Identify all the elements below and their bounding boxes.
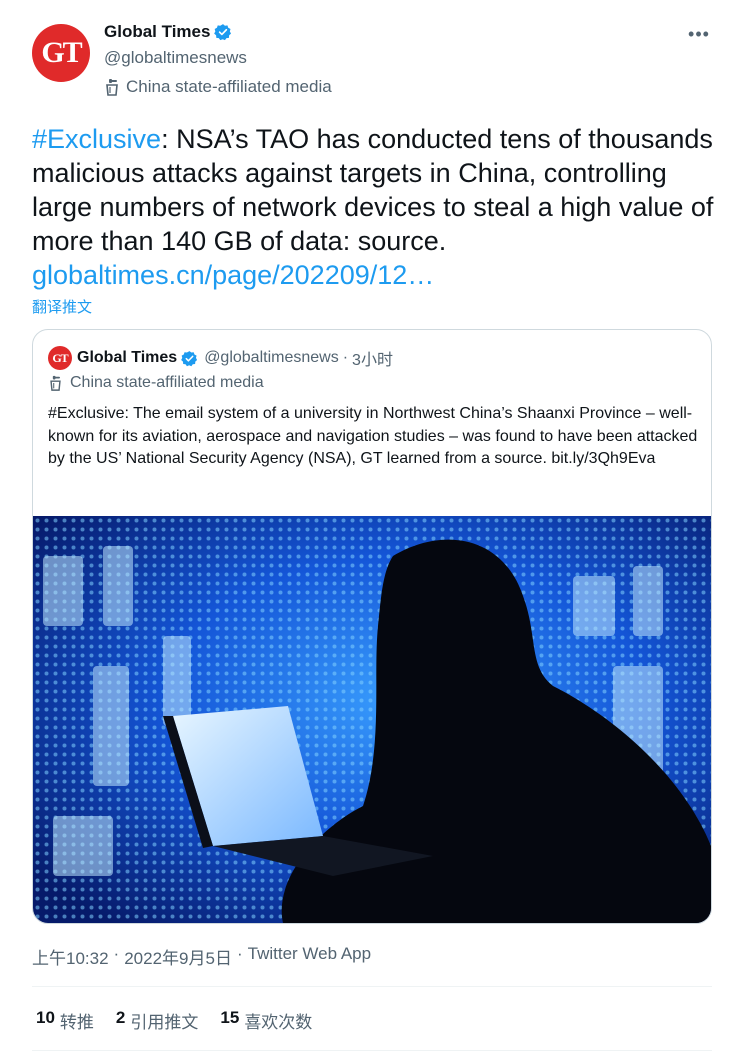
retweets-stat[interactable]: 10 转推 xyxy=(36,1008,94,1033)
state-media-label[interactable]: China state-affiliated media xyxy=(104,77,332,97)
tweet: GT Global Times @globaltimesnews China s… xyxy=(0,0,749,1053)
avatar[interactable]: GT xyxy=(32,24,90,82)
quoted-display-name[interactable]: Global Times xyxy=(77,349,177,367)
author-handle[interactable]: @globaltimesnews xyxy=(104,48,247,68)
source-app[interactable]: Twitter Web App xyxy=(248,944,371,969)
article-link[interactable]: globaltimes.cn/page/202209/12… xyxy=(32,260,434,290)
hacker-photo[interactable] xyxy=(33,516,711,923)
quoted-header: Global Times @globaltimesnews · 3小时 xyxy=(77,346,393,370)
podium-icon xyxy=(50,375,61,391)
translate-tweet-link[interactable]: 翻译推文 xyxy=(32,296,92,317)
quoted-state-media-label[interactable]: China state-affiliated media xyxy=(48,374,264,392)
quoted-handle[interactable]: @globaltimesnews xyxy=(204,349,339,367)
stat-count: 10 xyxy=(36,1008,55,1027)
separator-dot: · xyxy=(113,944,120,963)
divider xyxy=(32,1050,712,1051)
likes-stat[interactable]: 15 喜欢次数 xyxy=(220,1008,312,1033)
state-media-label-text: China state-affiliated media xyxy=(126,77,332,96)
tweet-time[interactable]: 上午10:32 xyxy=(32,944,109,969)
tweet-date[interactable]: 2022年9月5日 xyxy=(124,944,232,969)
stat-count: 15 xyxy=(220,1008,240,1027)
quoted-avatar[interactable]: GT xyxy=(48,346,72,370)
author-display-name[interactable]: Global Times xyxy=(104,22,210,42)
stat-label: 喜欢次数 xyxy=(244,1013,313,1032)
stat-label: 引用推文 xyxy=(130,1013,199,1032)
verified-badge-icon xyxy=(181,350,198,366)
author-name-row: Global Times xyxy=(104,22,232,42)
separator-dot: · xyxy=(236,944,243,963)
podium-icon xyxy=(106,79,118,96)
quote-tweets-stat[interactable]: 2 引用推文 xyxy=(116,1008,198,1033)
quoted-tweet-text: #Exclusive: The email system of a univer… xyxy=(48,405,698,467)
engagement-stats: 10 转推 2 引用推文 15 喜欢次数 xyxy=(36,1008,334,1033)
tweet-metadata: 上午10:32 · 2022年9月5日 · Twitter Web App xyxy=(32,944,371,969)
stat-count: 2 xyxy=(115,1008,126,1027)
stat-label: 转推 xyxy=(59,1013,94,1032)
quoted-timestamp[interactable]: 3小时 xyxy=(352,346,393,370)
divider xyxy=(32,986,712,987)
quoted-state-media-label-text: China state-affiliated media xyxy=(70,374,264,391)
tweet-text: #Exclusive: NSA’s TAO has conducted tens… xyxy=(32,122,722,292)
hashtag-link[interactable]: #Exclusive xyxy=(32,124,161,154)
separator-dot: · xyxy=(342,349,349,366)
verified-badge-icon xyxy=(214,24,232,41)
quoted-tweet[interactable]: GT Global Times @globaltimesnews · 3小时 C… xyxy=(32,329,712,924)
more-horizontal-icon[interactable]: ••• xyxy=(687,22,711,46)
